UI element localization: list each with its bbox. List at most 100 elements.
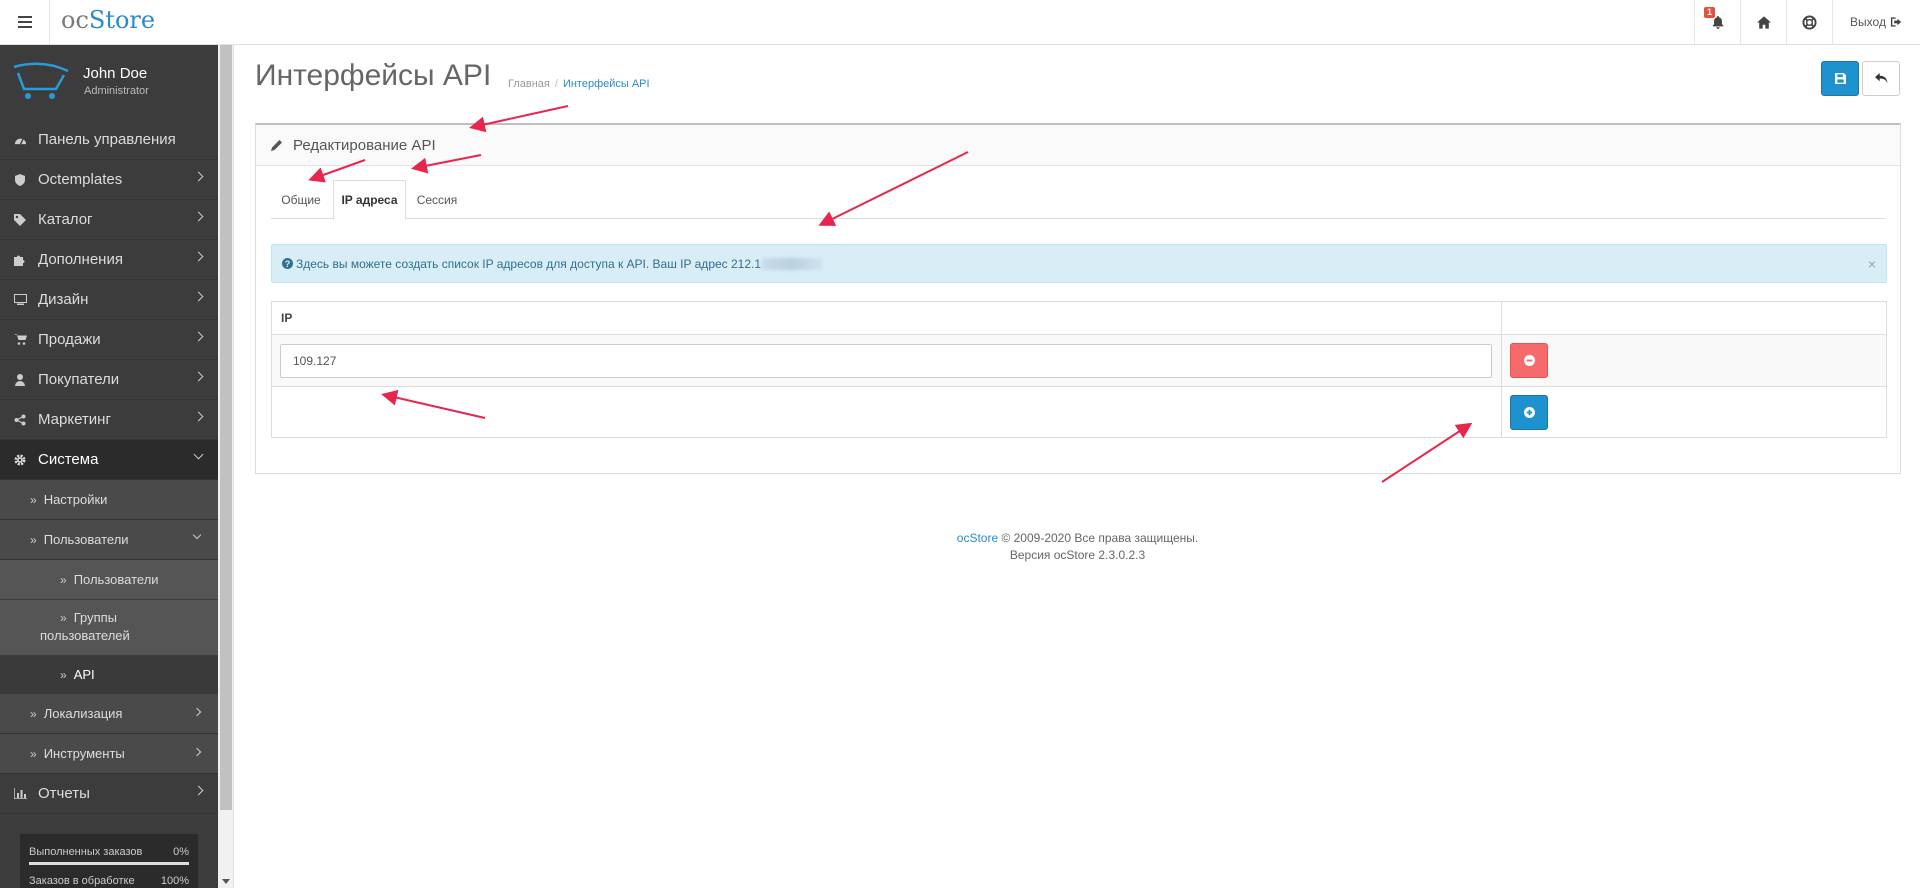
table-row: 109.127 <box>271 334 1887 387</box>
sidebar-item-catalog[interactable]: Каталог <box>0 200 218 240</box>
page-title: Интерфейсы API <box>255 59 492 92</box>
header-actions: 1 Выход <box>1694 0 1920 44</box>
chevron-right-icon <box>193 291 204 302</box>
sidebar-item-customers[interactable]: Покупатели <box>0 360 218 400</box>
tab-label: IP адреса <box>341 193 398 207</box>
double-chevron-icon: » <box>30 706 37 721</box>
home-button[interactable] <box>1740 0 1786 44</box>
tab-ip-addresses[interactable]: IP адреса <box>333 180 406 220</box>
chevron-right-icon <box>193 251 204 262</box>
tab-label: Сессия <box>416 192 458 207</box>
sidebar-item-label: Пользователи <box>43 532 129 547</box>
sidebar-item-label: Пользователи <box>73 572 159 587</box>
sidebar-item-design[interactable]: Дизайн <box>0 280 218 320</box>
sidebar-item-system[interactable]: Система <box>0 440 218 480</box>
chevron-right-icon <box>193 171 204 182</box>
sidebar-scrollbar[interactable] <box>218 45 234 888</box>
action-cell <box>1501 386 1887 438</box>
sidebar-item-api[interactable]: » API <box>0 656 218 694</box>
help-button[interactable] <box>1786 0 1832 44</box>
sidebar-item-label: Покупатели <box>38 371 120 388</box>
empty-cell <box>271 386 1502 438</box>
info-alert: ? Здесь вы можете создать список IP адре… <box>271 244 1887 283</box>
add-ip-button[interactable] <box>1510 394 1548 430</box>
chevron-right-icon <box>192 707 202 717</box>
chevron-right-icon <box>193 371 204 382</box>
breadcrumb-current-link[interactable]: Интерфейсы API <box>563 78 650 90</box>
avatar <box>13 62 69 99</box>
ip-cell: 109.127 <box>271 334 1502 387</box>
logo-store-text: Store <box>88 6 156 34</box>
hamburger-icon <box>17 16 32 28</box>
cart-icon <box>12 334 28 345</box>
sidebar-item-label: Продажи <box>38 331 101 348</box>
stat-value: 100% <box>160 875 189 887</box>
sidebar-item-extensions[interactable]: Дополнения <box>0 240 218 280</box>
remove-ip-button[interactable] <box>1510 343 1548 378</box>
puzzle-icon <box>12 254 28 266</box>
sidebar-item-label: Группы <box>73 610 118 625</box>
plus-circle-icon <box>1523 406 1535 418</box>
sign-out-icon <box>1890 17 1902 27</box>
home-icon <box>1756 15 1771 29</box>
stat-value: 0% <box>173 846 189 858</box>
sidebar-item-label: Локализация <box>43 706 123 721</box>
alert-text: Здесь вы можете создать список IP адресо… <box>296 256 762 271</box>
ocstore-logo[interactable]: ocStore <box>61 6 155 34</box>
chevron-right-icon <box>192 747 202 757</box>
page-footer: ocStore © 2009-2020 Все права защищены. … <box>235 530 1920 564</box>
sidebar-item-label: Инструменты <box>43 746 125 761</box>
sidebar-item-localisation[interactable]: » Локализация <box>0 694 218 734</box>
scrollbar-thumb[interactable] <box>220 45 232 810</box>
user-role: Administrator <box>84 85 149 97</box>
stat-progress-bar <box>29 862 189 865</box>
ip-address-input[interactable]: 109.127 <box>280 343 1492 378</box>
pencil-icon <box>271 140 282 151</box>
top-header: ocStore 1 Выход <box>0 0 1920 45</box>
sidebar-item-settings[interactable]: » Настройки <box>0 480 218 520</box>
sidebar-item-dashboard[interactable]: Панель управления <box>0 120 218 160</box>
sidebar-item-label: Каталог <box>38 211 93 228</box>
reply-icon <box>1874 73 1887 84</box>
footer-ocstore-link[interactable]: ocStore <box>957 531 998 545</box>
gear-icon <box>12 454 28 466</box>
info-circle-icon: ? <box>282 258 293 269</box>
sidebar-item-label: Система <box>38 451 99 468</box>
tab-general[interactable]: Общие <box>271 180 331 219</box>
sidebar-item-user-groups[interactable]: » Группы пользователей <box>0 600 218 656</box>
sidebar-item-octemplates[interactable]: Octemplates <box>0 160 218 200</box>
tab-label: Общие <box>281 192 321 207</box>
menu-toggle-button[interactable] <box>0 0 50 44</box>
tab-session[interactable]: Сессия <box>407 180 467 219</box>
logout-button[interactable]: Выход <box>1832 0 1920 44</box>
cancel-button[interactable] <box>1862 61 1900 96</box>
logo-oc-text: oc <box>61 6 89 34</box>
chevron-right-icon <box>193 331 204 342</box>
double-chevron-icon: » <box>60 611 67 625</box>
table-footer-row <box>271 386 1887 438</box>
scroll-down-arrow-icon[interactable] <box>222 879 230 884</box>
alert-close-button[interactable]: × <box>1868 256 1876 272</box>
sidebar-item-label: API <box>73 667 95 682</box>
breadcrumb: Главная / Интерфейсы API <box>508 78 650 90</box>
main-content: Интерфейсы API Главная / Интерфейсы API Ре… <box>235 45 1920 888</box>
sidebar-item-marketing[interactable]: Маркетинг <box>0 400 218 440</box>
footer-copyright: © 2009-2020 Все права защищены. <box>998 531 1199 545</box>
sidebar-item-sales[interactable]: Продажи <box>0 320 218 360</box>
dashboard-icon <box>12 134 28 145</box>
sidebar-item-tools[interactable]: » Инструменты <box>0 734 218 774</box>
user-name: John Doe <box>83 65 148 82</box>
notifications-button[interactable]: 1 <box>1694 0 1740 44</box>
breadcrumb-home-link[interactable]: Главная <box>508 78 550 90</box>
edit-api-panel: Редактирование API Общие IP адреса Сесси… <box>255 123 1901 474</box>
stat-label: Выполненных заказов <box>29 846 143 858</box>
sidebar-item-users-list[interactable]: » Пользователи <box>0 560 218 600</box>
shield-icon <box>12 173 28 186</box>
sidebar-item-reports[interactable]: Отчеты <box>0 774 218 814</box>
double-chevron-icon: » <box>60 572 67 587</box>
save-button[interactable] <box>1821 61 1859 96</box>
chevron-down-icon <box>192 530 202 540</box>
sidebar-item-users[interactable]: » Пользователи <box>0 520 218 560</box>
breadcrumb-separator: / <box>554 78 558 90</box>
user-profile: John Doe Administrator <box>0 45 218 120</box>
